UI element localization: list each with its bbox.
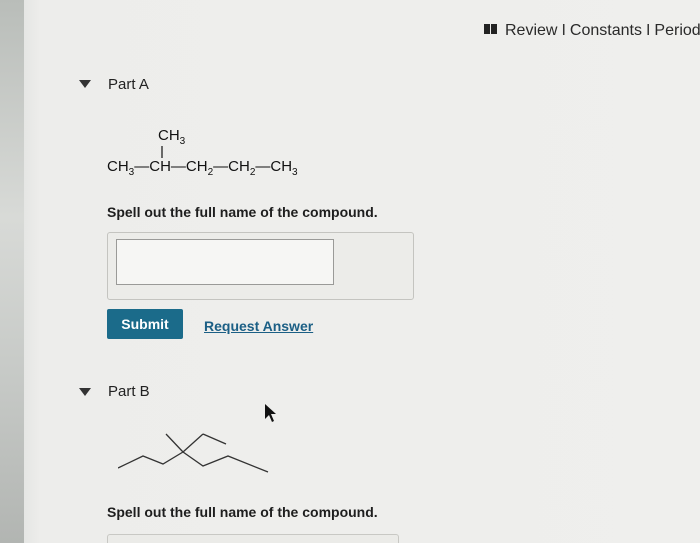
mouse-cursor-icon — [265, 404, 276, 422]
left-edge — [0, 0, 24, 543]
constants-link[interactable]: Constants — [570, 22, 642, 39]
header-separator: I — [561, 22, 566, 39]
book-icon — [484, 24, 497, 34]
header-separator: I — [645, 22, 651, 39]
part-a-label[interactable]: Part A — [108, 76, 149, 93]
header-links: ReviewIConstantsIPeriodic — [484, 22, 700, 40]
part-b-answer-container — [107, 534, 399, 543]
part-b-collapse-icon[interactable] — [79, 388, 91, 396]
part-a-collapse-icon[interactable] — [79, 80, 91, 88]
skeletal-structure — [118, 433, 269, 473]
answer-input[interactable] — [116, 239, 334, 285]
formula-main-chain: CH3—CH—CH2—CH2—CH3 — [107, 158, 298, 178]
periodic-table-link[interactable]: Periodic — [654, 22, 700, 39]
part-b-label[interactable]: Part B — [108, 383, 150, 400]
assignment-page: ReviewIConstantsIPeriodic Part A CH3 CH3… — [0, 0, 700, 543]
part-a-prompt: Spell out the full name of the compound. — [107, 204, 378, 220]
review-link[interactable]: Review — [505, 22, 557, 39]
formula-branch: CH3 — [158, 127, 186, 147]
request-answer-link[interactable]: Request Answer — [204, 318, 313, 334]
submit-button[interactable]: Submit — [107, 309, 183, 339]
part-b-prompt: Spell out the full name of the compound. — [107, 504, 378, 520]
branch-bond — [161, 146, 163, 158]
answer-container — [107, 232, 414, 300]
